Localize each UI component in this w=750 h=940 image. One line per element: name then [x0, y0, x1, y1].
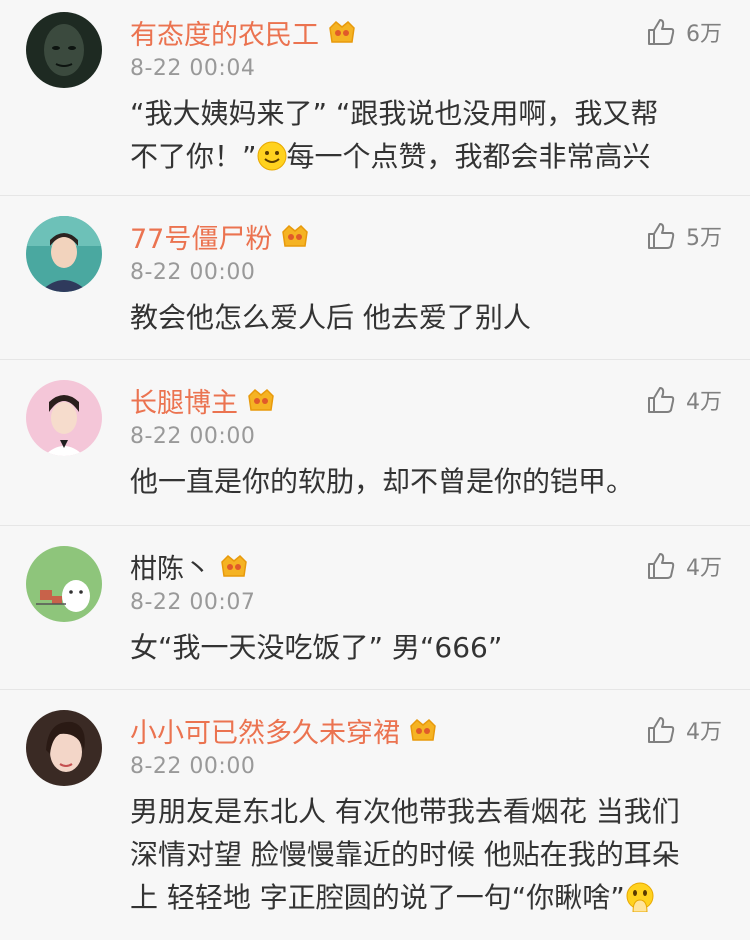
username[interactable]: 长腿博主 — [130, 381, 238, 420]
vip-crown-icon — [221, 554, 247, 577]
comment-item: 小小可已然多久未穿裙 4万 8-22 00:00 男朋友是东北人 有次他带我去看… — [0, 690, 750, 940]
avatar[interactable] — [26, 216, 102, 292]
username[interactable]: 小小可已然多久未穿裙 — [130, 711, 400, 750]
like-button[interactable]: 4万 — [646, 714, 722, 746]
avatar[interactable] — [26, 380, 102, 456]
like-count: 4万 — [686, 390, 722, 415]
like-count: 5万 — [686, 226, 722, 251]
thumbs-up-icon — [648, 553, 675, 579]
comment-text: 女“我一天没吃饭了” 男“666” — [130, 631, 503, 664]
thumbs-up-icon — [648, 387, 675, 413]
avatar[interactable] — [26, 710, 102, 786]
smile-emoji-icon — [257, 141, 287, 171]
comment-item: 长腿博主 4万 8-22 00:00 他一直是你的软肋，却不曾是你的铠甲。 — [0, 360, 750, 526]
username[interactable]: 柑陈丶 — [130, 547, 211, 586]
thumbs-up-icon — [648, 717, 675, 743]
comment-time: 8-22 00:00 — [130, 424, 256, 449]
avatar[interactable] — [26, 546, 102, 622]
comment-time: 8-22 00:04 — [130, 56, 256, 81]
comment-time: 8-22 00:00 — [130, 260, 256, 285]
comment-text: 教会他怎么爱人后 他去爱了别人 — [130, 301, 531, 334]
boy-pink-avatar-icon — [26, 380, 102, 456]
girl-dark-avatar-icon — [26, 710, 102, 786]
vip-crown-icon — [282, 224, 309, 247]
comment-time: 8-22 00:07 — [130, 590, 256, 615]
username[interactable]: 有态度的农民工 — [130, 13, 319, 52]
thumbs-up-icon — [648, 19, 675, 45]
like-count: 6万 — [686, 22, 722, 47]
comment-item: 77号僵尸粉 5万 8-22 00:00 教会他怎么爱人后 他去爱了别人 — [0, 196, 750, 360]
like-button[interactable]: 6万 — [646, 16, 722, 48]
like-button[interactable]: 4万 — [646, 550, 722, 582]
comment-item: 柑陈丶 4万 8-22 00:07 女“我一天没吃饭了” 男“666” — [0, 526, 750, 690]
avatar[interactable] — [26, 12, 102, 88]
username[interactable]: 77号僵尸粉 — [130, 217, 272, 256]
comment-text: 他一直是你的软肋，却不曾是你的铠甲。 — [130, 465, 635, 498]
like-button[interactable]: 5万 — [646, 220, 722, 252]
like-button[interactable]: 4万 — [646, 384, 722, 416]
comment-text: 男朋友是东北人 有次他带我去看烟花 当我们 深情对望 脸慢慢靠近的时候 他贴在我… — [130, 795, 680, 914]
thumbs-up-icon — [648, 223, 675, 249]
vip-crown-icon — [329, 20, 355, 43]
vip-crown-icon — [410, 718, 436, 741]
comment-text: “我大姨妈来了” “跟我说也没用啊，我又帮 不了你！” 每一个点赞，我都会非常高兴 — [130, 97, 659, 173]
vip-crown-icon — [248, 388, 274, 411]
green-cat-avatar-icon — [26, 546, 102, 622]
like-count: 4万 — [686, 556, 722, 581]
like-count: 4万 — [686, 720, 722, 745]
boy-teal-avatar-icon — [26, 216, 102, 292]
hand-on-mouth-emoji-icon — [626, 882, 654, 912]
comment-time: 8-22 00:00 — [130, 754, 256, 779]
comment-item: 有态度的农民工 6万 8-22 00:04 “我大姨妈来了” “跟我说也没用啊，… — [0, 0, 750, 196]
dark-face-avatar-icon — [26, 12, 102, 88]
